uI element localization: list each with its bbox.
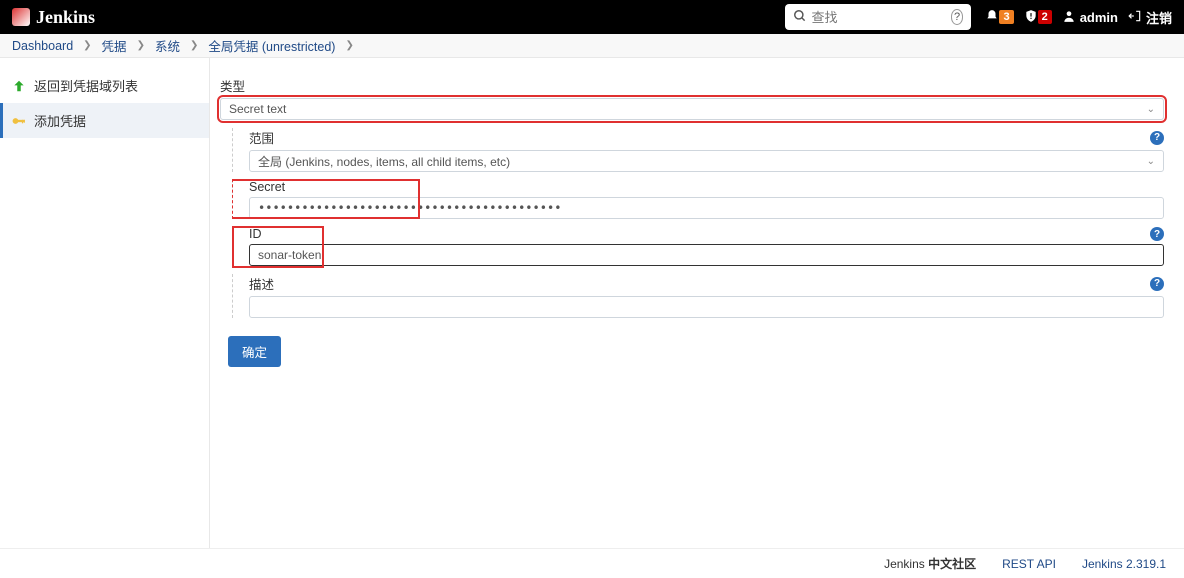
sidebar-item-back[interactable]: 返回到凭据域列表 [0,68,209,103]
scope-select[interactable]: 全局 (Jenkins, nodes, items, all child ite… [249,150,1164,172]
chevron-right-icon: ❯ [83,40,91,51]
search-icon [793,9,807,26]
field-scope: 范围? 全局 (Jenkins, nodes, items, all child… [232,128,1164,172]
bc-dashboard[interactable]: Dashboard [12,39,73,53]
footer-rest-api[interactable]: REST API [1002,557,1056,571]
user-icon [1062,9,1076,26]
bc-credentials[interactable]: 凭据 [102,36,127,55]
chevron-down-icon: ⌄ [1147,104,1155,115]
field-id: ID? [232,227,1164,266]
user-label: admin [1080,10,1118,25]
submit-button[interactable]: 确定 [228,336,281,367]
top-header: Jenkins ? 3 2 admin [0,0,1184,34]
id-label: ID [249,227,262,241]
chevron-right-icon: ❯ [345,40,353,51]
key-icon [12,114,26,128]
secret-input[interactable]: ••••••••••••••••••••••••••••••••••••••••… [258,201,561,215]
scope-label: 范围 [249,128,274,147]
sidebar-back-label: 返回到凭据域列表 [34,76,138,95]
field-desc: 描述? [232,274,1164,318]
desc-label: 描述 [249,274,274,293]
warnings-button[interactable]: 2 [1024,9,1052,26]
jenkins-logo-icon [12,8,30,26]
id-input[interactable] [258,248,1155,262]
search-input[interactable] [811,10,942,25]
footer: Jenkins 中文社区 REST API Jenkins 2.319.1 [0,548,1184,578]
type-label: 类型 [220,76,1164,95]
logo-text: Jenkins [36,7,95,28]
breadcrumb: Dashboard ❯ 凭据 ❯ 系统 ❯ 全局凭据 (unrestricted… [0,34,1184,58]
footer-version: Jenkins 2.319.1 [1082,557,1166,571]
sidebar-add-label: 添加凭据 [34,111,86,130]
warning-badge: 2 [1038,10,1052,24]
bc-global[interactable]: 全局凭据 (unrestricted) [208,36,335,55]
bell-icon [985,9,999,26]
chevron-right-icon: ❯ [190,40,198,51]
bc-system[interactable]: 系统 [155,36,180,55]
logout-icon [1128,9,1142,26]
search-help-icon[interactable]: ? [951,9,964,25]
field-type: 类型 Secret text ⌄ [220,76,1164,120]
arrow-up-icon [12,79,26,93]
logout-label: 注销 [1146,8,1172,27]
sidebar-item-add[interactable]: 添加凭据 [0,103,209,138]
chevron-down-icon: ⌄ [1147,156,1155,167]
chevron-right-icon: ❯ [137,40,145,51]
type-value: Secret text [229,102,297,116]
help-icon[interactable]: ? [1150,131,1164,145]
footer-community[interactable]: Jenkins 中文社区 [884,555,976,572]
main-form: 类型 Secret text ⌄ 范围? 全局 (Jenkins, nodes,… [210,58,1184,548]
logo-area[interactable]: Jenkins [12,7,95,28]
help-icon[interactable]: ? [1150,227,1164,241]
field-secret: Secret •••••••••••••••••••••••••••••••••… [232,180,1164,219]
search-box[interactable]: ? [785,4,971,30]
type-select[interactable]: Secret text ⌄ [220,98,1164,120]
logout-link[interactable]: 注销 [1128,8,1172,27]
notification-badge: 3 [999,10,1013,24]
id-input-wrap[interactable] [249,244,1164,266]
notifications-button[interactable]: 3 [985,9,1013,26]
desc-input-wrap[interactable] [249,296,1164,318]
header-right: 3 2 admin 注销 [985,8,1172,27]
desc-input[interactable] [258,300,1155,314]
secret-input-wrap[interactable]: ••••••••••••••••••••••••••••••••••••••••… [249,197,1164,219]
shield-warn-icon [1024,9,1038,26]
sidebar: 返回到凭据域列表 添加凭据 [0,58,210,548]
secret-label: Secret [249,180,1164,194]
scope-value: 全局 (Jenkins, nodes, items, all child ite… [258,153,510,170]
help-icon[interactable]: ? [1150,277,1164,291]
user-link[interactable]: admin [1062,9,1118,26]
